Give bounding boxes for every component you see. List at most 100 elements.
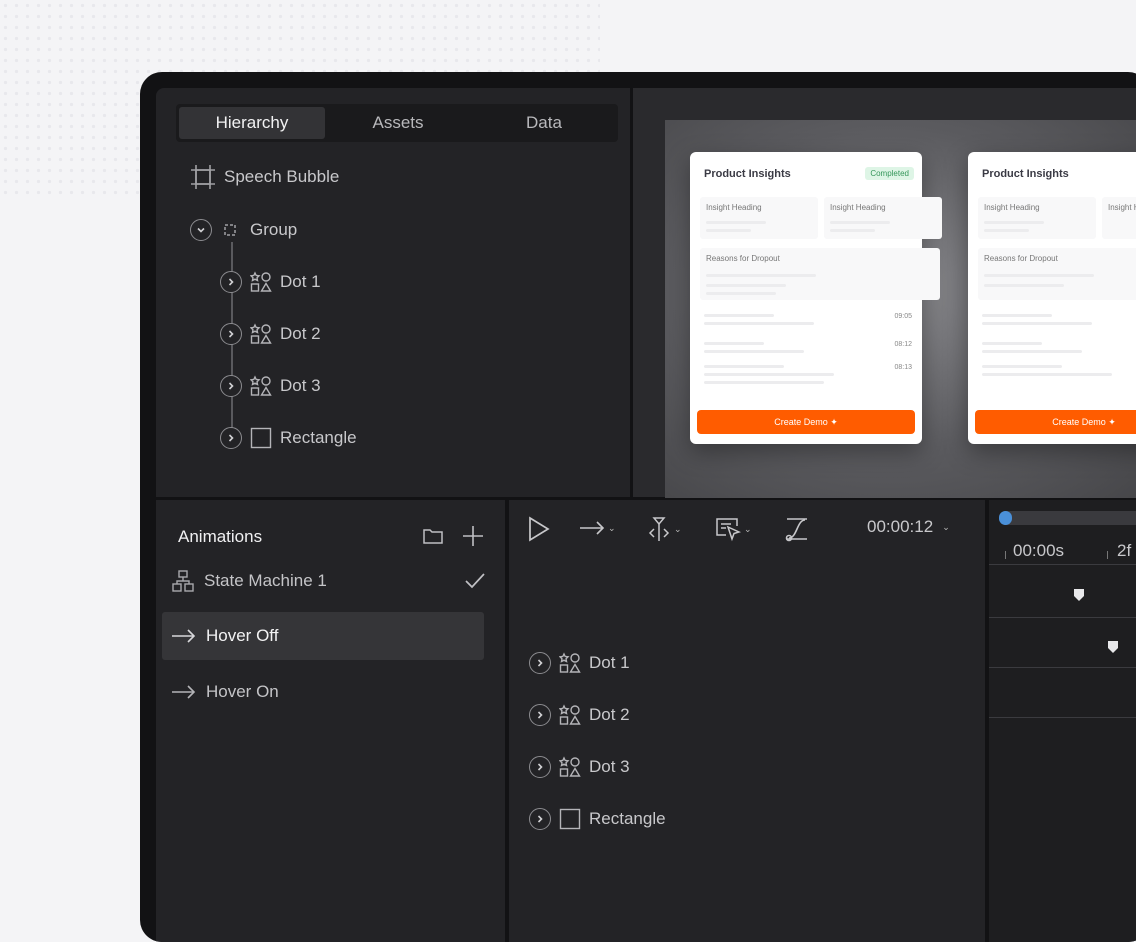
chevron-right-icon[interactable] — [529, 808, 551, 830]
track-label: Dot 3 — [589, 757, 630, 776]
timeline-scrubber[interactable] — [999, 511, 1136, 525]
timestamp: 08:12 — [894, 341, 912, 348]
arrow-right-icon — [172, 685, 196, 699]
chevron-down-icon: ⌄ — [744, 523, 752, 534]
card-title: Product Insights — [704, 168, 791, 180]
ruler-label: 2f — [1117, 541, 1132, 560]
chevron-down-icon[interactable] — [190, 219, 212, 241]
keyframe-marker[interactable] — [1107, 640, 1119, 654]
tree-item-speech-bubble[interactable]: Speech Bubble — [190, 164, 339, 190]
chevron-right-icon[interactable] — [220, 271, 242, 293]
track-rectangle[interactable]: Rectangle — [529, 808, 666, 830]
tree-item-rectangle[interactable]: Rectangle — [220, 427, 357, 449]
track-label: Rectangle — [589, 809, 666, 828]
shapes-icon — [250, 271, 272, 293]
arrow-right-icon — [580, 521, 605, 535]
select-dropdown[interactable]: ⌄ — [715, 516, 752, 542]
insight-box: Insight H — [1102, 197, 1136, 239]
timecode: 00:00:12 — [867, 517, 934, 536]
chevron-right-icon[interactable] — [220, 427, 242, 449]
preview-card: Product Insights Completed Insight Headi… — [690, 152, 942, 444]
button-label: Create Demo — [774, 417, 828, 427]
easing-button[interactable] — [785, 516, 809, 542]
rectangle-icon — [559, 808, 581, 830]
section-title: Reasons for Dropout — [706, 254, 780, 263]
tab-data[interactable]: Data — [471, 107, 617, 139]
button-label: Create Demo — [1052, 417, 1106, 427]
reasons-box: Reasons for Dropout — [978, 248, 1136, 300]
tree-item-label: Speech Bubble — [224, 167, 340, 186]
check-icon[interactable] — [464, 571, 486, 591]
chevron-down-icon: ⌄ — [942, 521, 950, 532]
play-button[interactable] — [527, 516, 551, 542]
track-dot-2[interactable]: Dot 2 — [529, 704, 630, 726]
chevron-right-icon[interactable] — [529, 704, 551, 726]
track-dot-3[interactable]: Dot 3 — [529, 756, 630, 778]
shapes-icon — [559, 704, 581, 726]
direction-dropdown[interactable]: ⌄ — [579, 520, 616, 536]
time-dropdown[interactable]: 00:00:12 ⌄ — [867, 517, 950, 537]
chevron-right-icon[interactable] — [529, 652, 551, 674]
animation-item-label: State Machine 1 — [204, 571, 327, 590]
sparkle-icon: ✦ — [1108, 417, 1116, 427]
reasons-box: Reasons for Dropout — [700, 248, 940, 300]
chevron-down-icon: ⌄ — [608, 522, 616, 533]
play-icon — [529, 516, 550, 542]
timestamp: 09:05 — [894, 313, 912, 320]
create-demo-button: Create Demo ✦ — [697, 410, 915, 434]
shapes-icon — [250, 375, 272, 397]
insight-heading: Insight H — [1108, 203, 1136, 212]
tree-item-group[interactable]: Group — [190, 219, 297, 241]
select-frame-icon — [716, 518, 741, 542]
card-title: Product Insights — [982, 168, 1069, 180]
animation-item-hover-on[interactable]: Hover On — [172, 682, 279, 702]
chevron-down-icon: ⌄ — [674, 523, 682, 534]
preview-card: Product Insights Insight Heading Insight… — [968, 152, 1136, 444]
track-dot-1[interactable]: Dot 1 — [529, 652, 630, 674]
keyframe-marker[interactable] — [1073, 588, 1085, 602]
sparkle-icon: ✦ — [830, 417, 838, 427]
editor-window: Hierarchy Assets Data Speech Bubble Grou… — [140, 72, 1136, 942]
tab-assets[interactable]: Assets — [325, 107, 471, 139]
animation-item-hover-off[interactable]: Hover Off — [162, 612, 484, 660]
track-divider — [989, 717, 1136, 718]
panel-tabs: Hierarchy Assets Data — [176, 104, 618, 142]
insight-box: Insight Heading — [700, 197, 818, 239]
shapes-icon — [250, 323, 272, 345]
tab-hierarchy[interactable]: Hierarchy — [179, 107, 325, 139]
rectangle-icon — [250, 427, 272, 449]
tree-item-dot-1[interactable]: Dot 1 — [220, 271, 321, 293]
section-title: Reasons for Dropout — [984, 254, 1058, 263]
shapes-icon — [559, 756, 581, 778]
folder-icon[interactable] — [422, 526, 444, 546]
insight-heading: Insight Heading — [830, 203, 886, 212]
insight-box: Insight Heading — [978, 197, 1096, 239]
align-dropdown[interactable]: ⌄ — [647, 516, 682, 542]
animations-panel: Animations State Machine 1 Hover Off Hov… — [156, 500, 505, 942]
align-icon — [648, 517, 670, 541]
frame-icon — [190, 164, 216, 190]
keyframe-area[interactable]: 00:00s 2f — [989, 500, 1136, 942]
chevron-right-icon[interactable] — [529, 756, 551, 778]
stage-canvas[interactable]: Product Insights Completed Insight Headi… — [633, 88, 1136, 498]
tree-item-label: Dot 1 — [280, 272, 321, 291]
scrubber-handle[interactable] — [999, 511, 1012, 525]
add-icon[interactable] — [462, 525, 484, 547]
insight-heading: Insight Heading — [706, 203, 762, 212]
animation-item-state-machine[interactable]: State Machine 1 — [172, 570, 327, 592]
insight-box: Insight Heading — [824, 197, 942, 239]
tree-item-dot-3[interactable]: Dot 3 — [220, 375, 321, 397]
panel-title: Animations — [178, 527, 263, 546]
chevron-right-icon[interactable] — [220, 323, 242, 345]
animation-item-label: Hover Off — [206, 626, 279, 645]
state-machine-icon — [172, 570, 194, 592]
track-divider — [989, 667, 1136, 668]
ruler-label: 00:00s — [1013, 541, 1065, 560]
hierarchy-panel: Hierarchy Assets Data Speech Bubble Grou… — [156, 88, 630, 497]
group-icon — [222, 222, 238, 238]
tree-item-label: Rectangle — [280, 428, 357, 447]
timestamp: 08:13 — [894, 364, 912, 371]
chevron-right-icon[interactable] — [220, 375, 242, 397]
shapes-icon — [559, 652, 581, 674]
tree-item-dot-2[interactable]: Dot 2 — [220, 323, 321, 345]
